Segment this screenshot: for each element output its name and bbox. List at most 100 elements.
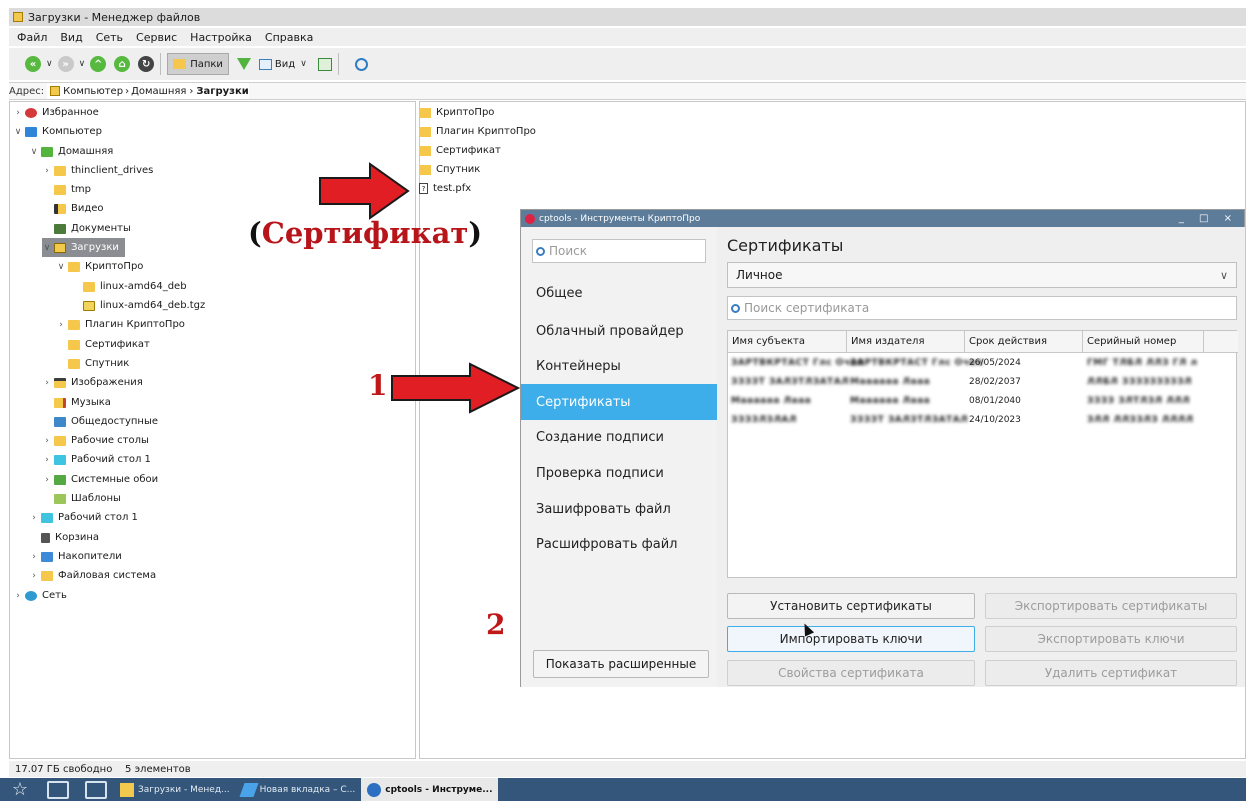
tree-item-wallpapers[interactable]: › Системные обои	[42, 470, 158, 489]
column-subject[interactable]: Имя субъекта	[728, 331, 847, 353]
tree-item-public[interactable]: Общедоступные	[42, 412, 158, 431]
back-icon[interactable]: «	[25, 56, 41, 72]
task-file-manager[interactable]: Загрузки - Менед...	[114, 778, 236, 801]
tree-item-desktops[interactable]: › Рабочие столы	[42, 431, 149, 450]
filter-icon[interactable]	[236, 58, 251, 70]
certificate-properties-button[interactable]: Свойства сертификата	[727, 660, 975, 686]
tree-item-home[interactable]: ∨ Домашняя	[29, 142, 114, 161]
folders-toggle-button[interactable]: Папки	[167, 53, 229, 75]
tree-item-desktop1[interactable]: › Рабочий стол 1	[29, 508, 138, 527]
tree-item-thinclient[interactable]: › thinclient_drives	[42, 161, 153, 180]
tree-item-music[interactable]: Музыка	[42, 393, 111, 412]
view-button[interactable]: Вид ∨	[258, 58, 312, 70]
forward-icon[interactable]: »	[57, 56, 74, 72]
cell-serial[interactable]: ЛЛБЛ ЗЗЗЗЗЗЗЗЗЛ	[1087, 377, 1192, 387]
refresh-icon[interactable]: ↻	[138, 56, 155, 72]
export-keys-button[interactable]: Экспортировать ключи	[985, 626, 1237, 652]
cell-issuer[interactable]: Маааааа Лааа	[850, 377, 930, 387]
tree-item-network[interactable]: › Сеть	[13, 586, 67, 605]
show-advanced-button[interactable]: Показать расширенные	[533, 650, 709, 678]
menu-view[interactable]: Вид	[60, 31, 82, 44]
sidebar-search-input[interactable]: Поиск	[532, 239, 706, 263]
nav-certificates[interactable]: Сертификаты	[521, 384, 717, 420]
menu-service[interactable]: Сервис	[136, 31, 177, 44]
file-item-sputnik[interactable]: Спутник	[419, 160, 480, 179]
cell-serial[interactable]: ЗЗЗЗ ЗЛТЛЗЛ ЛЛЛ	[1087, 396, 1190, 406]
crumb-computer[interactable]: Компьютер	[63, 86, 123, 97]
crumb-home[interactable]: Домашняя	[131, 86, 186, 97]
back-history-icon[interactable]: ∨	[46, 59, 53, 69]
start-menu-icon[interactable]: ☆	[9, 779, 31, 800]
window-controls[interactable]: _ □ ×	[1179, 213, 1238, 224]
nav-containers[interactable]: Контейнеры	[521, 348, 717, 384]
tree-item-favorites[interactable]: › Избранное	[13, 103, 99, 122]
cell-valid-until[interactable]: 24/10/2023	[969, 415, 1021, 425]
nav-general[interactable]: Общее	[521, 275, 717, 311]
file-item-certificate[interactable]: Сертификат	[419, 141, 501, 160]
tree-item-trash[interactable]: Корзина	[29, 528, 99, 547]
breadcrumb[interactable]: Компьютер › Домашняя › Загрузки	[47, 83, 249, 99]
search-icon[interactable]	[354, 57, 368, 71]
tree-item-images[interactable]: › Изображения	[42, 373, 143, 392]
tree-item-cryptopro-plugin[interactable]: › Плагин КриптоПро	[56, 315, 185, 334]
cell-issuer[interactable]: ЗАРТВКРТАСТ Глс Очел	[850, 358, 983, 368]
menu-file[interactable]: Файл	[17, 31, 47, 44]
nav-create-signature[interactable]: Создание подписи	[521, 419, 717, 455]
tree-item-linux-deb[interactable]: linux-amd64_deb	[71, 277, 187, 296]
tree-item-sputnik[interactable]: Спутник	[56, 354, 129, 373]
export-certificates-button[interactable]: Экспортировать сертификаты	[985, 593, 1237, 619]
tree-item-video[interactable]: Видео	[42, 199, 104, 218]
delete-certificate-button[interactable]: Удалить сертификат	[985, 660, 1237, 686]
crumb-downloads[interactable]: Загрузки	[196, 86, 248, 97]
store-select[interactable]: Личное ∨	[727, 262, 1237, 288]
folder-icon	[68, 319, 80, 330]
show-windows-icon[interactable]	[47, 780, 69, 799]
menu-settings[interactable]: Настройка	[190, 31, 252, 44]
tree-item-computer[interactable]: ∨ Компьютер	[13, 122, 102, 141]
cell-valid-until[interactable]: 26/05/2024	[969, 358, 1021, 368]
cell-subject[interactable]: Маааааа Лааа	[731, 396, 811, 406]
up-icon[interactable]: ^	[90, 56, 107, 72]
file-item-test-pfx[interactable]: ? test.pfx	[419, 179, 471, 198]
file-item-cryptopro-plugin[interactable]: Плагин КриптоПро	[419, 122, 536, 141]
cell-serial[interactable]: ЗЛЛ ЛЛЗЗЛЗ ЛЛЛЛ	[1087, 415, 1194, 425]
menu-help[interactable]: Справка	[265, 31, 313, 44]
nav-verify-signature[interactable]: Проверка подписи	[521, 455, 717, 491]
nav-cloud-provider[interactable]: Облачный провайдер	[521, 313, 717, 349]
cell-subject[interactable]: ЗЗЗЗЛЗЛАЛ	[731, 415, 797, 425]
tree-item-cryptopro[interactable]: ∨ КриптоПро	[56, 257, 144, 276]
column-serial[interactable]: Серийный номер	[1083, 331, 1204, 353]
tree-item-drives[interactable]: › Накопители	[29, 547, 122, 566]
tree-item-certificate[interactable]: Сертификат	[56, 335, 150, 354]
cell-subject[interactable]: ЗЗЗЗТ ЗАЛЗТЛЗАТАЛ	[731, 377, 849, 387]
tree-item-downloads[interactable]: ∨ Загрузки	[42, 238, 125, 257]
task-browser[interactable]: Новая вкладка – С...	[236, 778, 362, 801]
certificates-table[interactable]: Имя субъекта Имя издателя Срок действия …	[727, 330, 1238, 578]
column-issuer[interactable]: Имя издателя	[847, 331, 965, 353]
tree-item-documents[interactable]: Документы	[42, 219, 131, 238]
cell-subject[interactable]: ЗАРТВКРТАСТ Глс Очел	[731, 358, 864, 368]
nav-decrypt-file[interactable]: Расшифровать файл	[521, 526, 717, 562]
tree-item-desktop1-folder[interactable]: › Рабочий стол 1	[42, 450, 151, 469]
nav-encrypt-file[interactable]: Зашифровать файл	[521, 491, 717, 527]
cell-issuer[interactable]: Маааааа Лааа	[850, 396, 930, 406]
column-valid-until[interactable]: Срок действия	[965, 331, 1083, 353]
tree-item-linux-tgz[interactable]: linux-amd64_deb.tgz	[71, 296, 205, 315]
show-desktop-icon[interactable]	[85, 780, 107, 799]
menu-network[interactable]: Сеть	[96, 31, 123, 44]
task-cptools[interactable]: cptools - Инструме...	[361, 778, 499, 801]
forward-history-icon[interactable]: ∨	[79, 59, 86, 69]
cell-issuer[interactable]: ЗЗЗЗТ ЗАЛЗТЛЗАТАЛ	[850, 415, 968, 425]
certificate-search-input[interactable]: Поиск сертификата	[727, 296, 1237, 320]
cell-valid-until[interactable]: 08/01/2040	[969, 396, 1021, 406]
tree-item-filesystem[interactable]: › Файловая система	[29, 566, 156, 585]
tree-item-tmp[interactable]: tmp	[42, 180, 91, 199]
cell-serial[interactable]: ГМГ ТЛБЛ ЛЛЗ ГЛ л	[1087, 358, 1198, 368]
tree-item-templates[interactable]: Шаблоны	[42, 489, 121, 508]
import-keys-button[interactable]: Импортировать ключи	[727, 626, 975, 652]
install-certificates-button[interactable]: Установить сертификаты	[727, 593, 975, 619]
cell-valid-until[interactable]: 28/02/2037	[969, 377, 1021, 387]
home-button-icon[interactable]: ⌂	[114, 56, 131, 72]
new-tab-icon[interactable]	[317, 57, 332, 71]
file-item-cryptopro[interactable]: КриптоПро	[419, 103, 494, 122]
